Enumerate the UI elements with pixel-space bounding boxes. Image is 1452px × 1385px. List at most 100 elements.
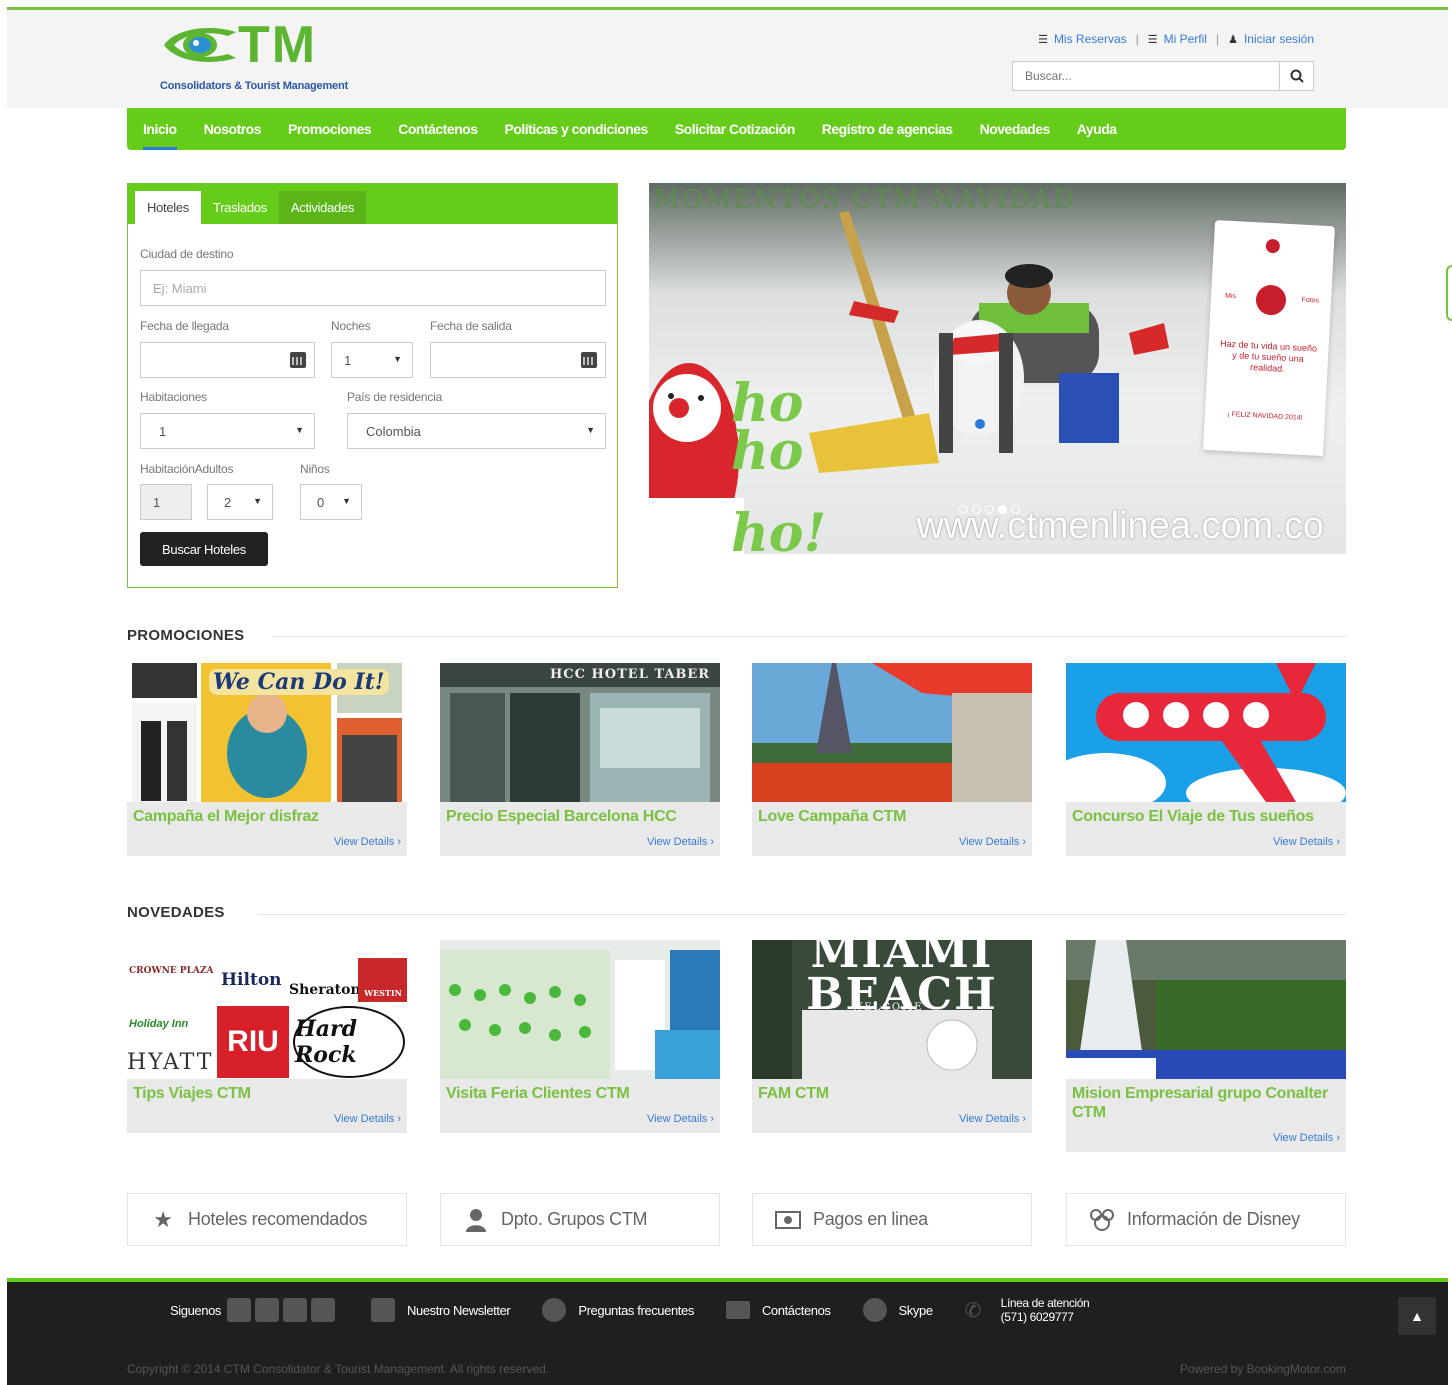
chevron-down-icon: ▼ <box>253 496 262 506</box>
chevron-up-icon: ▲ <box>1410 1308 1424 1324</box>
scroll-to-top-button[interactable]: ▲ <box>1398 1297 1436 1335</box>
promo-card-title[interactable]: Campaña el Mejor disfraz <box>127 802 407 826</box>
view-details-link[interactable]: View Details › <box>127 826 407 856</box>
view-details-link[interactable]: View Details › <box>1066 826 1346 856</box>
holiday-inn-logo: Holiday Inn <box>129 1018 189 1030</box>
linea-phone: (571) 6029777 <box>1000 1310 1074 1324</box>
nav-politicas[interactable]: Políticas y condiciones <box>505 121 649 137</box>
promo-card[interactable]: Love Campaña CTM View Details › <box>752 663 1032 856</box>
salida-date-field[interactable] <box>430 342 606 378</box>
novedad-card[interactable]: Visita Feria Clientes CTM View Details › <box>440 940 720 1133</box>
ninos-select[interactable]: 0 ▼ <box>300 484 362 520</box>
search-input[interactable] <box>1013 62 1279 90</box>
nav-inicio[interactable]: Inicio <box>143 121 177 150</box>
contact-link[interactable]: Contáctenos <box>725 1301 831 1319</box>
view-details-link[interactable]: View Details › <box>440 1103 720 1133</box>
page: TM Consolidators & Tourist Management ☰ … <box>0 0 1452 1385</box>
user-icon <box>463 1207 489 1233</box>
feature-disney[interactable]: Información de Disney <box>1066 1193 1346 1246</box>
nav-novedades[interactable]: Novedades <box>980 121 1051 137</box>
hyatt-logo: HYATT <box>127 1050 214 1075</box>
calendar-icon[interactable] <box>290 352 306 368</box>
view-details-link[interactable]: View Details › <box>752 826 1032 856</box>
powered-by-link[interactable]: Powered by BookingMotor.com <box>1180 1362 1346 1376</box>
we-can-do-it-text: We Can Do It! <box>209 669 389 695</box>
buscar-hoteles-button[interactable]: Buscar Hoteles <box>140 532 268 566</box>
envelope-icon <box>725 1301 750 1319</box>
novedad-card-title[interactable]: Visita Feria Clientes CTM <box>440 1079 720 1103</box>
novedad-card[interactable]: MIAMI BEACH WELCOME FAM CTM View Details… <box>752 940 1032 1133</box>
destino-label: Ciudad de destino <box>140 247 234 261</box>
promo-card[interactable]: HCC HOTEL TABER Precio Especial Barcelon… <box>440 663 720 856</box>
nav-solicitar-cotizacion[interactable]: Solicitar Cotización <box>675 121 795 137</box>
promo-card-title[interactable]: Precio Especial Barcelona HCC <box>440 802 720 826</box>
promo-card[interactable]: We Can Do It! Campaña el Mejor disfraz V… <box>127 663 407 856</box>
tag-mini-left: Mis <box>1224 292 1237 301</box>
nav-registro-agencias[interactable]: Registro de agencias <box>822 121 953 137</box>
novedad-card-title[interactable]: Tips Viajes CTM <box>127 1079 407 1103</box>
promo-card-title[interactable]: Love Campaña CTM <box>752 802 1032 826</box>
chevron-down-icon: ▼ <box>342 496 351 506</box>
iniciar-sesion-link[interactable]: Iniciar sesión <box>1244 32 1314 46</box>
view-details-link[interactable]: View Details › <box>752 1103 1032 1133</box>
faq-link[interactable]: Preguntas frecuentes <box>542 1298 694 1322</box>
view-details-link[interactable]: View Details › <box>440 826 720 856</box>
novedad-card-title[interactable]: Mision Empresarial grupo Conalter CTM <box>1066 1079 1346 1122</box>
tab-traslados[interactable]: Traslados <box>201 191 279 224</box>
twitter-icon[interactable] <box>283 1298 308 1322</box>
mis-reservas-link[interactable]: Mis Reservas <box>1054 32 1127 46</box>
welcome-text: WELCOME <box>852 1002 924 1013</box>
calendar-icon[interactable] <box>581 352 597 368</box>
view-details-link[interactable]: View Details › <box>127 1103 407 1133</box>
dream-trip-plane-image <box>1066 663 1346 802</box>
skype-link[interactable]: Skype <box>862 1298 933 1322</box>
pais-value: Colombia <box>366 423 421 439</box>
adultos-label: Adultos <box>194 462 234 476</box>
tab-hoteles[interactable]: Hoteles <box>135 191 201 224</box>
newsletter-link[interactable]: Nuestro Newsletter <box>371 1298 511 1322</box>
linea-label: Línea de atención <box>1000 1296 1090 1310</box>
novedad-card[interactable]: CROWNE PLAZA Hilton Sheraton WESTIN Holi… <box>127 940 407 1133</box>
side-tab[interactable] <box>1446 265 1452 321</box>
nav-promociones[interactable]: Promociones <box>288 121 372 137</box>
destino-input[interactable]: Ej: Miami <box>140 270 606 306</box>
list-icon: ☰ <box>1147 33 1158 46</box>
feature-pagos[interactable]: Pagos en linea <box>752 1193 1032 1246</box>
chevron-down-icon: ▼ <box>393 354 402 364</box>
habitaciones-label: Habitaciones <box>140 390 207 404</box>
tab-actividades[interactable]: Actividades <box>278 191 367 224</box>
destino-placeholder: Ej: Miami <box>153 280 207 296</box>
view-details-link[interactable]: View Details › <box>1066 1122 1346 1152</box>
logo-mark: TM <box>160 19 348 71</box>
feature-grupos[interactable]: Dpto. Grupos CTM <box>440 1193 720 1246</box>
phone-icon: ✆ <box>964 1300 982 1322</box>
llegada-date-field[interactable] <box>140 342 315 378</box>
google-plus-icon[interactable] <box>255 1298 280 1322</box>
habitaciones-select[interactable]: 1 ▼ <box>140 413 315 449</box>
promo-card[interactable]: Concurso El Viaje de Tus sueños View Det… <box>1066 663 1346 856</box>
novedades-title: NOVEDADES <box>127 904 225 921</box>
novedad-card-title[interactable]: FAM CTM <box>752 1079 1032 1103</box>
mi-perfil-link[interactable]: Mi Perfil <box>1164 32 1207 46</box>
money-icon <box>775 1207 801 1233</box>
adultos-select[interactable]: 2 ▼ <box>207 484 273 520</box>
christmas-tag-card: Mis Fotos Haz de tu vida un sueño y de t… <box>1203 220 1335 456</box>
nav-contactenos[interactable]: Contáctenos <box>398 121 478 137</box>
novedad-card[interactable]: Mision Empresarial grupo Conalter CTM Vi… <box>1066 940 1346 1152</box>
feature-hoteles-recomendados[interactable]: ★ Hoteles recomendados <box>127 1193 407 1246</box>
nav-ayuda[interactable]: Ayuda <box>1077 121 1117 137</box>
facebook-icon[interactable] <box>227 1298 252 1322</box>
novedad-card-image: MIAMI BEACH WELCOME <box>752 940 1032 1079</box>
hero-banner[interactable]: MOMENTOS CTM NAVIDAD ho ho ho! Mis Fotos… <box>649 183 1346 554</box>
logo-tagline: Consolidators & Tourist Management <box>160 80 348 92</box>
ho-text-3: ho! <box>731 503 827 554</box>
noches-select[interactable]: 1 ▼ <box>331 342 413 378</box>
linkedin-icon[interactable] <box>311 1298 336 1322</box>
tag-hole <box>1265 238 1281 254</box>
question-icon <box>542 1298 567 1322</box>
site-logo[interactable]: TM Consolidators & Tourist Management <box>160 19 348 92</box>
search-button[interactable] <box>1279 62 1313 90</box>
pais-select[interactable]: Colombia ▼ <box>347 413 606 449</box>
promo-card-title[interactable]: Concurso El Viaje de Tus sueños <box>1066 802 1346 826</box>
nav-nosotros[interactable]: Nosotros <box>204 121 262 137</box>
